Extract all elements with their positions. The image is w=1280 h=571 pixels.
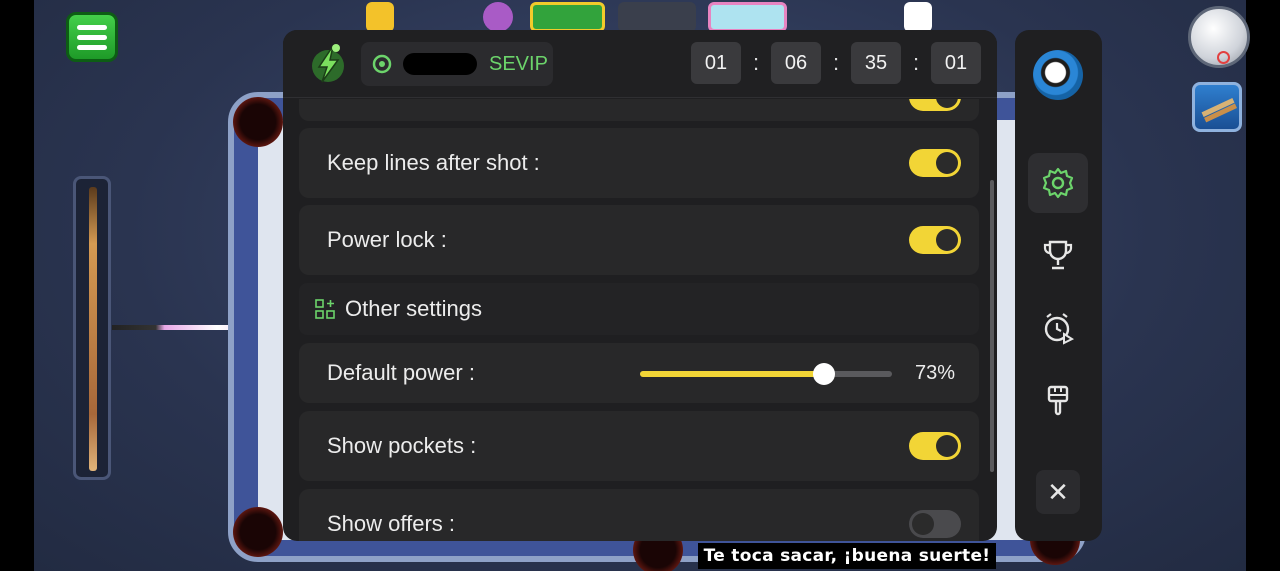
player-avatar — [530, 2, 605, 32]
cue-stick — [89, 187, 97, 471]
show-pockets-toggle[interactable] — [909, 432, 961, 460]
muted-chat-icon[interactable] — [904, 2, 932, 32]
slider-fill — [640, 371, 824, 377]
user-chip: SEVIP — [361, 42, 553, 86]
default-power-slider[interactable] — [640, 363, 892, 385]
partial-toggle[interactable] — [909, 99, 961, 111]
default-power-value: 73% — [914, 361, 955, 384]
keep-lines-toggle[interactable] — [909, 149, 961, 177]
redacted-username — [403, 53, 477, 75]
power-lock-toggle[interactable] — [909, 226, 961, 254]
settings-row-partial — [299, 99, 979, 121]
timer-separator: : — [752, 50, 760, 75]
setting-keep-lines: Keep lines after shot : — [299, 128, 979, 198]
toggle-knob — [936, 435, 958, 457]
settings-tab[interactable] — [1028, 153, 1088, 213]
toggle-knob — [936, 229, 958, 251]
mod-side-rail: ✕ — [1015, 30, 1102, 541]
settings-scroll-area[interactable]: Keep lines after shot : Power lock : Oth… — [283, 99, 997, 541]
pocket-bottom-left — [233, 507, 283, 557]
toggle-knob — [912, 513, 934, 535]
screen-edge-right — [1246, 0, 1280, 571]
turn-message: Te toca sacar, ¡buena suerte! — [698, 543, 996, 569]
chat-icon[interactable] — [366, 2, 394, 32]
screen-edge-left — [0, 0, 34, 571]
close-menu-button[interactable]: ✕ — [1036, 470, 1080, 514]
setting-show-pockets: Show pockets : — [299, 411, 979, 481]
achievements-tab[interactable] — [1028, 225, 1088, 285]
timer-icon — [1044, 313, 1075, 345]
menu-bar — [77, 24, 107, 30]
timer-seconds: 01 — [931, 42, 981, 84]
theme-tab[interactable] — [1028, 370, 1088, 430]
timer-hours: 06 — [771, 42, 821, 84]
setting-power-lock: Power lock : — [299, 205, 979, 275]
table-stake-icon — [618, 2, 696, 32]
timer-days: 01 — [691, 42, 741, 84]
brush-icon — [1047, 385, 1069, 416]
rank-badge-icon — [483, 2, 513, 32]
show-offers-toggle[interactable] — [909, 510, 961, 538]
mod-menu-header: SEVIP 01 : 06 : 35 : 01 — [283, 30, 997, 98]
timer-tab[interactable] — [1028, 298, 1088, 358]
cue-ball-spin-control[interactable] — [1188, 6, 1250, 68]
cue-shop-button[interactable] — [1192, 82, 1242, 132]
settings-scrollbar[interactable] — [990, 180, 994, 472]
show-offers-label: Show offers : — [327, 511, 455, 536]
target-icon — [372, 54, 392, 74]
trophy-icon — [1043, 240, 1073, 270]
mod-menu-panel: SEVIP 01 : 06 : 35 : 01 Keep lines after… — [283, 30, 997, 541]
timer-separator: : — [912, 50, 920, 75]
lightning-logo-icon — [312, 44, 344, 83]
timer-separator: : — [832, 50, 840, 75]
toggle-knob — [936, 152, 958, 174]
power-cue-slider[interactable] — [73, 176, 111, 480]
subscription-timer: 01 : 06 : 35 : 01 — [691, 42, 981, 84]
gear-icon — [1042, 167, 1074, 199]
default-power-label: Default power : — [327, 360, 475, 385]
game-menu-button[interactable] — [66, 12, 118, 62]
section-title: Other settings — [345, 296, 482, 321]
grid-add-icon — [315, 299, 335, 319]
toggle-knob — [936, 99, 958, 108]
show-pockets-label: Show pockets : — [327, 433, 477, 458]
slider-thumb[interactable] — [812, 363, 835, 385]
setting-show-offers: Show offers : — [299, 489, 979, 541]
pocket-top-left — [233, 97, 283, 147]
pool-profile-icon[interactable] — [1033, 50, 1083, 100]
menu-bar — [77, 34, 107, 40]
setting-default-power: Default power : 73% — [299, 343, 979, 403]
timer-minutes: 35 — [851, 42, 901, 84]
opponent-avatar — [708, 2, 787, 32]
menu-bar — [77, 44, 107, 50]
brand-label: SEVIP — [489, 52, 548, 75]
other-settings-section: Other settings — [299, 283, 979, 335]
keep-lines-label: Keep lines after shot : — [327, 150, 540, 175]
power-lock-label: Power lock : — [327, 227, 447, 252]
